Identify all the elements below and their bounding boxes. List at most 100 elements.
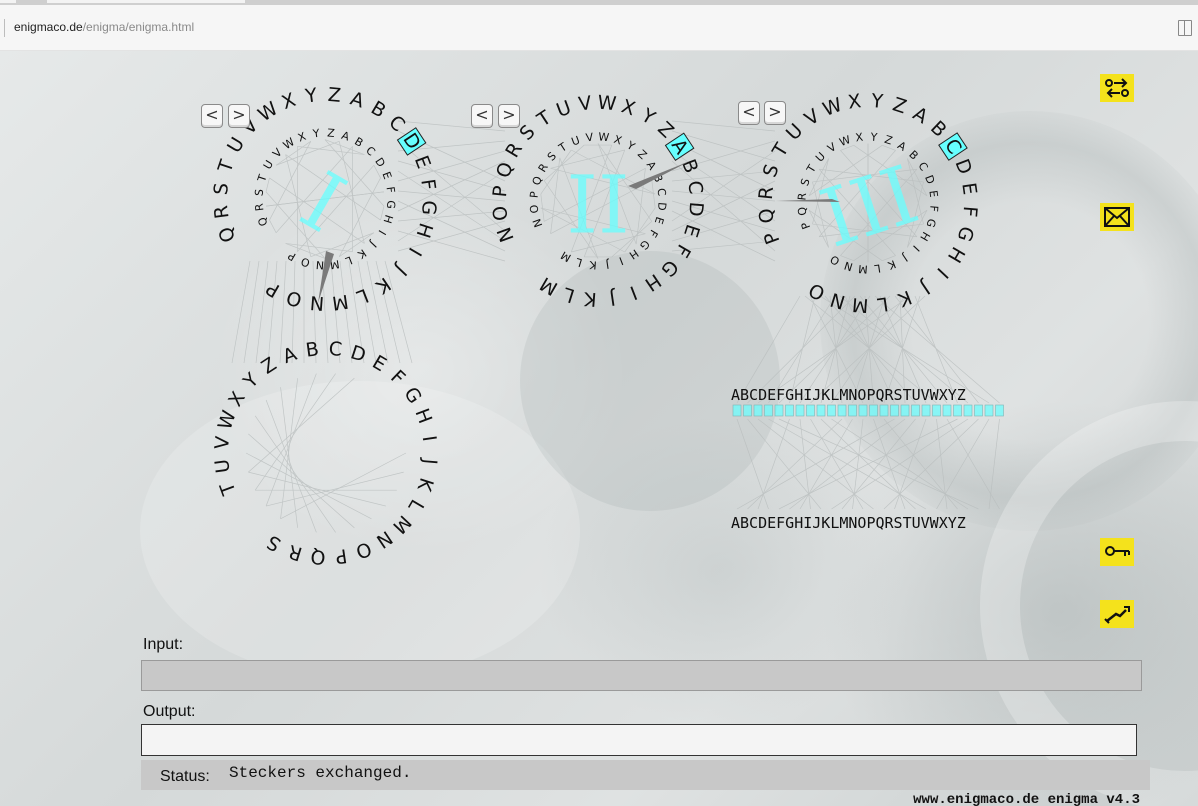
address-bar[interactable]: enigmaco.de/enigma/enigma.html <box>0 5 1198 51</box>
plug-socket <box>900 404 910 417</box>
ring-letter: T <box>533 106 556 132</box>
reflector-wire <box>254 373 336 491</box>
plugboard-wire <box>778 418 958 510</box>
ring-letter: A <box>644 159 659 173</box>
ring-letter: Y <box>637 104 659 130</box>
configuration-button[interactable] <box>1100 600 1134 628</box>
ring-letter: N <box>493 224 519 245</box>
ring-letter: H <box>641 269 665 295</box>
rotor-1-prev-button[interactable]: < <box>201 104 223 128</box>
plug-socket <box>795 404 805 417</box>
ring-letter: Y <box>869 90 884 113</box>
reflector-ring: TUVWXYZ A B C D EFGHI J KLMNOPQRS <box>211 338 441 568</box>
ring-letter: L <box>873 261 882 275</box>
ring-letter: F <box>958 205 981 218</box>
rotor-2-next-button[interactable]: > <box>498 104 520 128</box>
rotor-3-next-button[interactable]: > <box>764 101 786 125</box>
plug-socket <box>774 404 784 417</box>
url-text[interactable]: enigmaco.de/enigma/enigma.html <box>14 20 194 34</box>
ring-letter: R <box>253 202 267 212</box>
ring-letter: W <box>820 94 845 121</box>
ring-letter: S <box>759 162 784 180</box>
ring-letter: N <box>828 288 848 313</box>
plug-socket <box>890 404 899 417</box>
ring-letter: K <box>588 258 597 272</box>
inter-rotor-wire <box>397 220 506 252</box>
ring-letter: F <box>416 178 439 192</box>
ring-letter: P <box>286 249 299 264</box>
ring-letter: K <box>371 273 394 299</box>
plugboard-wire <box>852 418 864 510</box>
ring-letter: Z <box>883 133 895 148</box>
ring-letter: Z <box>635 147 650 162</box>
ring-letter: J <box>418 457 440 465</box>
key-settings-button[interactable] <box>1100 538 1134 566</box>
plugboard-top-letters: ABCDEFGHIJKLMNOPQRSTUVWXYZ <box>731 386 966 404</box>
plug-socket <box>848 404 857 417</box>
ring-letter: I <box>932 263 952 282</box>
ring-letter: M <box>330 290 349 314</box>
footer-version: www.enigmaco.de enigma v4.3 <box>913 792 1140 806</box>
plug-socket <box>785 404 794 417</box>
address-separator <box>4 19 5 37</box>
ring-letter: N <box>309 291 325 314</box>
plugboard-wire <box>747 418 822 510</box>
ring-letter: K <box>413 475 438 494</box>
plug-socket <box>995 404 1004 417</box>
output-field[interactable] <box>141 724 1137 756</box>
ring-letter: D <box>372 155 388 169</box>
ring-letter: L <box>876 292 890 315</box>
rotor-1-next-button[interactable]: > <box>228 104 250 128</box>
ring-letter: Y <box>239 369 264 394</box>
plug-socket <box>942 404 952 417</box>
ring-letter: U <box>223 133 249 156</box>
reader-view-icon[interactable] <box>1178 20 1192 36</box>
ring-letter: I <box>617 254 625 267</box>
ring-letter: V <box>577 92 593 116</box>
message-button[interactable] <box>1100 203 1134 231</box>
ring-letter: S <box>263 531 284 556</box>
ring-letter: X <box>847 90 863 114</box>
plug-socket <box>753 404 763 417</box>
ring-letter: Q <box>530 174 545 187</box>
ring-letter: T <box>556 140 570 155</box>
rotor-2-prev-button[interactable]: < <box>471 104 493 128</box>
ring-letter: T <box>216 479 241 499</box>
ring-letter: H <box>411 220 436 240</box>
ring-letter: E <box>652 215 667 226</box>
plugboard-wire <box>736 418 895 510</box>
ring-letter: O <box>299 254 311 269</box>
ring-letter: D <box>922 173 937 186</box>
ring-letter: X <box>855 131 865 145</box>
ring-letter: E <box>368 351 390 376</box>
ring-letter: T <box>768 139 794 162</box>
output-label: Output: <box>143 703 196 720</box>
input-field[interactable] <box>141 660 1142 691</box>
ring-letter: R <box>210 204 233 220</box>
ring-letter: M <box>536 272 561 299</box>
ring-letter: J <box>900 251 911 264</box>
ring-letter: W <box>598 130 610 144</box>
ring-letter: J <box>608 287 618 310</box>
reflector-wire <box>248 377 355 473</box>
plug-socket <box>879 404 889 417</box>
ring-letter: C <box>683 179 707 195</box>
ring-letter: Q <box>214 224 240 246</box>
rotor-3-prev-button[interactable]: < <box>738 101 760 125</box>
plugboard-wire <box>810 418 864 510</box>
ring-letter: J <box>391 260 412 280</box>
ring-letter: O <box>353 537 375 563</box>
ring-letter: R <box>755 185 778 200</box>
ring-letter: S <box>253 188 267 196</box>
reflector-wire <box>245 452 372 520</box>
plug-socket <box>921 404 931 417</box>
reflector-wire <box>280 387 298 528</box>
rotor-wire <box>269 219 277 233</box>
status-bar: Status: Steckers exchanged. <box>141 760 1150 790</box>
plug-socket <box>953 404 962 417</box>
ring-letter: P <box>334 544 349 567</box>
reflector-wire <box>280 378 298 519</box>
plug-socket <box>932 404 941 417</box>
ring-letter: A <box>909 103 931 129</box>
swap-steckers-button[interactable] <box>1100 74 1134 102</box>
